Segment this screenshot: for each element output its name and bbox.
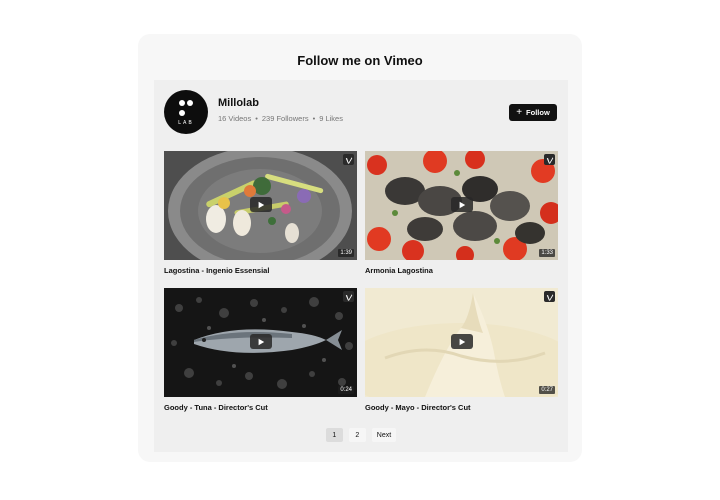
next-page-button[interactable]: Next xyxy=(371,428,397,442)
video-count: 16 Videos xyxy=(218,114,252,123)
video-thumbnail[interactable]: 1:33 xyxy=(365,151,558,260)
page-button-2[interactable]: 2 xyxy=(348,428,366,442)
video-thumbnail[interactable]: 0:27 xyxy=(365,288,558,397)
stat-separator: • xyxy=(312,114,316,123)
vimeo-icon[interactable] xyxy=(544,154,555,165)
video-title[interactable]: Goody - Tuna - Director's Cut xyxy=(164,403,357,412)
video-thumbnail[interactable]: 1:39 xyxy=(164,151,357,260)
play-icon[interactable] xyxy=(451,197,473,212)
like-count: 9 Likes xyxy=(319,114,343,123)
plus-icon: + xyxy=(516,106,523,118)
play-icon[interactable] xyxy=(250,334,272,349)
video-thumbnail[interactable]: 0:24 xyxy=(164,288,357,397)
video-duration: 0:27 xyxy=(539,386,555,394)
stat-separator: • xyxy=(255,114,258,123)
vimeo-icon[interactable] xyxy=(343,291,354,302)
pagination: 1 2 Next xyxy=(154,428,568,442)
follow-label: Follow xyxy=(526,108,550,117)
video-title[interactable]: Goody - Mayo - Director's Cut xyxy=(365,403,558,412)
logo-text: LAB xyxy=(178,120,194,126)
logo-dot xyxy=(179,110,185,116)
widget-title: Follow me on Vimeo xyxy=(297,53,423,68)
video-duration: 1:33 xyxy=(539,249,555,257)
channel-stats: 16 Videos • 239 Followers • 9 Likes xyxy=(218,114,343,123)
logo-dot xyxy=(179,100,185,106)
video-card[interactable]: 0:27 Goody - Mayo - Director's Cut xyxy=(365,288,558,412)
vimeo-icon[interactable] xyxy=(343,154,354,165)
video-title[interactable]: Armonia Lagostina xyxy=(365,266,558,275)
vimeo-widget-card: Follow me on Vimeo LAB Millolab 16 Video… xyxy=(138,34,582,462)
follow-button[interactable]: + Follow xyxy=(509,104,557,121)
video-card[interactable]: 1:33 Armonia Lagostina xyxy=(365,151,558,275)
follower-count: 239 Followers xyxy=(261,114,309,123)
video-duration: 0:24 xyxy=(338,386,354,394)
channel-panel: LAB Millolab 16 Videos • 239 Followers • 9 L… xyxy=(154,80,568,452)
logo-dot xyxy=(187,100,193,106)
video-duration: 1:39 xyxy=(338,249,354,257)
video-card[interactable]: 1:39 Lagostina - Ingenio Essensial xyxy=(164,151,357,275)
video-title[interactable]: Lagostina - Ingenio Essensial xyxy=(164,266,357,275)
play-icon[interactable] xyxy=(250,197,272,212)
page-button-1[interactable]: 1 xyxy=(325,428,343,442)
play-icon[interactable] xyxy=(451,334,473,349)
channel-avatar[interactable]: LAB xyxy=(164,90,208,134)
video-card[interactable]: 0:24 Goody - Tuna - Director's Cut xyxy=(164,288,357,412)
channel-name[interactable]: Millolab xyxy=(218,97,259,109)
vimeo-icon[interactable] xyxy=(544,291,555,302)
